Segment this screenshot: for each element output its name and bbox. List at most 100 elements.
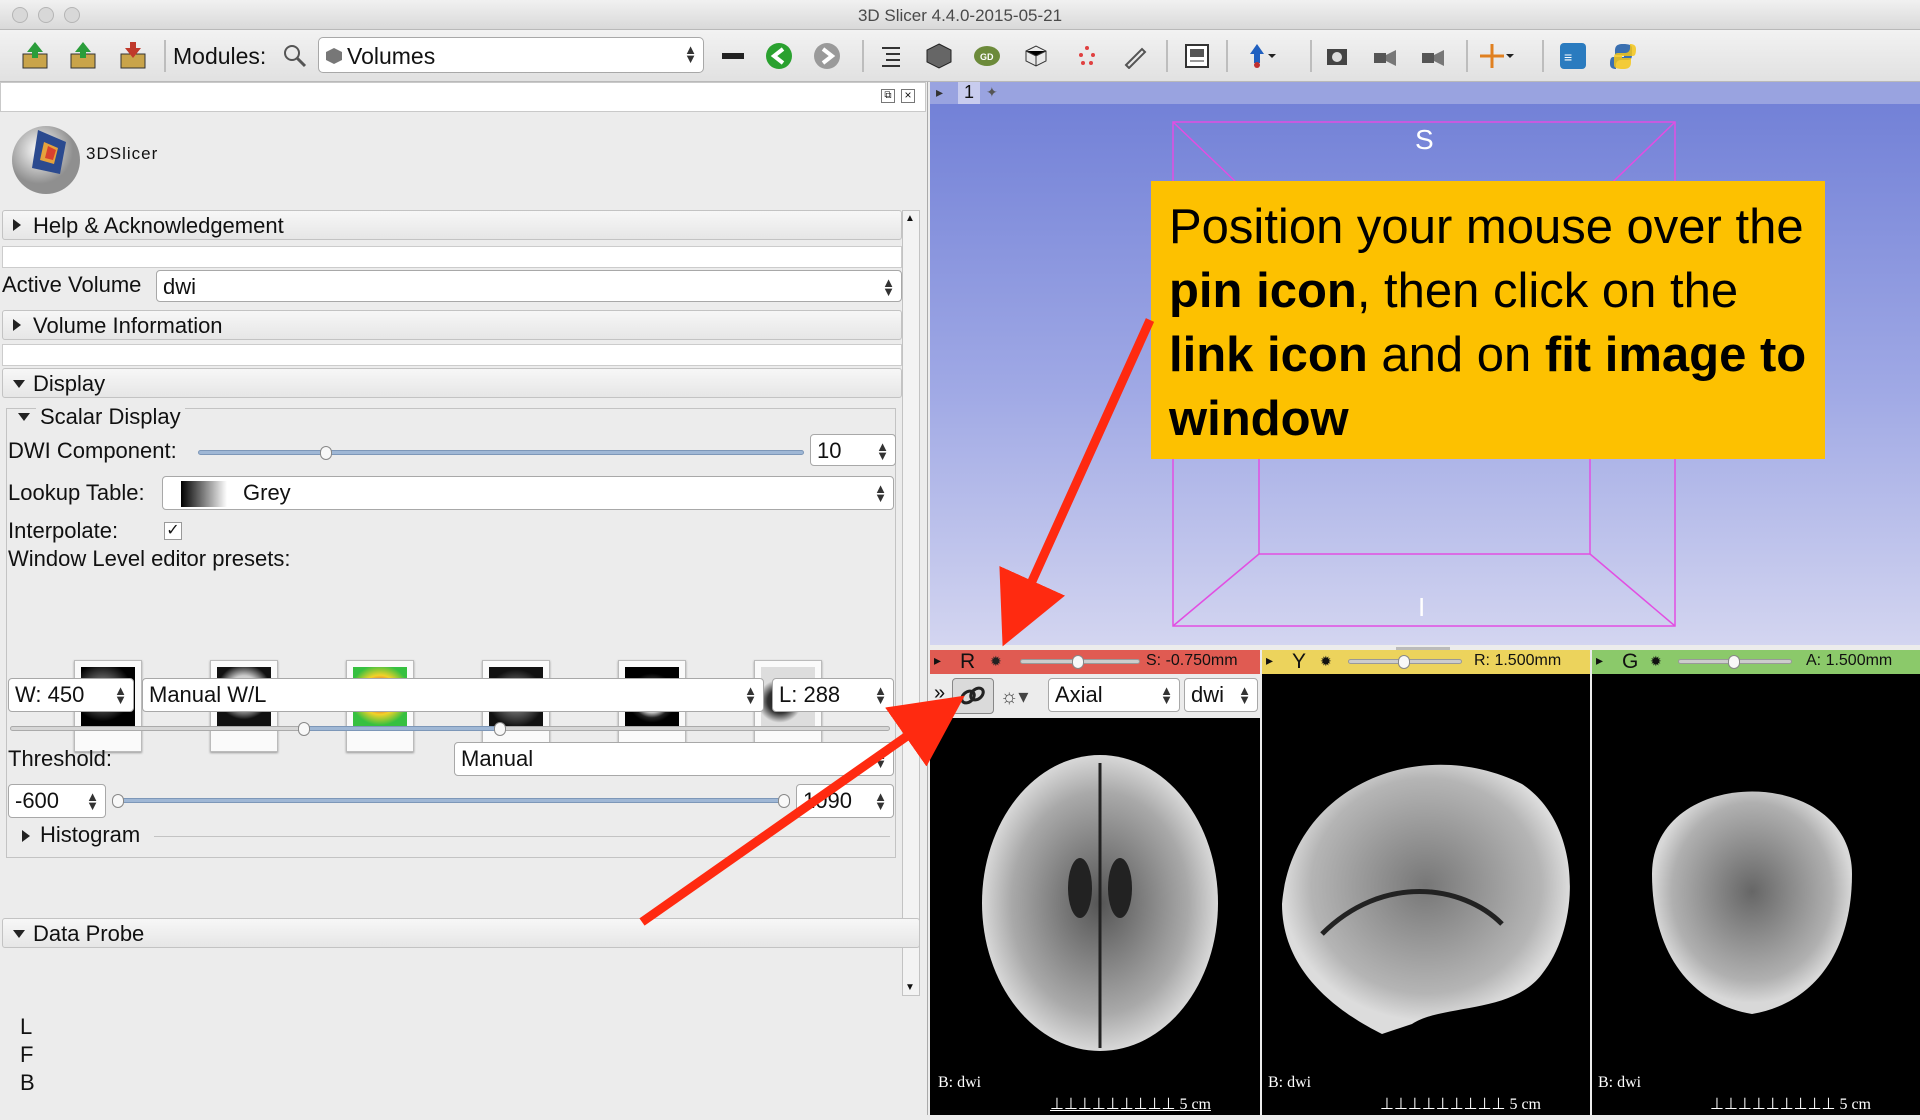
wl-presets-label: Window Level editor presets: [8, 546, 291, 571]
green-visibility-icon[interactable]: ✹ [1650, 653, 1662, 670]
scalar-display-header[interactable]: Scalar Display [36, 404, 185, 430]
link-icon [960, 686, 985, 705]
window-title: 3D Slicer 4.4.0-2015-05-21 [857, 6, 1063, 25]
active-volume-label: Active Volume [2, 272, 142, 297]
threshold-max-handle[interactable] [778, 794, 790, 808]
pin-icon[interactable]: ▸ [934, 652, 941, 669]
module-selector[interactable]: Volumes ▲ ▼ [318, 37, 704, 73]
editor-module-icon[interactable] [1118, 39, 1152, 73]
dwi-component-label: DWI Component: [8, 438, 177, 463]
extension-manager-icon[interactable]: ≡ [1556, 39, 1590, 73]
level-spinbox[interactable]: L: 288 ▲ ▼ [772, 678, 894, 712]
slice-volume-selector[interactable]: dwi ▲ ▼ [1184, 678, 1258, 712]
python-console-icon[interactable] [1606, 39, 1640, 73]
main-toolbar: Modules: Volumes ▲ ▼ GD ≡ [0, 30, 1920, 82]
close-panel-icon[interactable]: × [901, 89, 915, 103]
yellow-slice-controller: ▸ Y ✹ R: 1.500mm [1262, 650, 1590, 674]
svg-text:GD: GD [980, 52, 994, 62]
module-panel: ⧉ × 3DSlicer Help & Acknowledgement Acti… [0, 82, 928, 1115]
screenshot-icon[interactable] [1320, 39, 1354, 73]
wl-min-handle[interactable] [298, 722, 310, 736]
modules-label: Modules: [173, 43, 267, 69]
sagittal-brain-image [1282, 764, 1570, 1034]
red-slice-view[interactable]: B: dwi ⊥⊥⊥⊥⊥⊥⊥⊥⊥ 5 cm [930, 718, 1260, 1115]
data-icon [22, 42, 48, 69]
volume-information-header[interactable]: Volume Information [2, 310, 902, 340]
scroll-up-icon[interactable]: ▲ [905, 213, 915, 224]
threshold-range-slider[interactable] [116, 798, 788, 803]
scroll-down-icon[interactable]: ▼ [905, 982, 915, 993]
instruction-callout: Position your mouse over the pin icon, t… [1151, 181, 1825, 459]
title-bar: 3D Slicer 4.4.0-2015-05-21 [0, 0, 1920, 30]
help-section-header[interactable]: Help & Acknowledgement [2, 210, 902, 240]
more-options-button[interactable]: » [934, 682, 945, 705]
wl-mode-selector[interactable]: Manual W/L ▲ ▼ [142, 678, 764, 712]
red-slice-letter: R [960, 650, 976, 673]
models-module-icon[interactable]: GD [970, 39, 1004, 73]
forward-arrow-icon[interactable] [810, 39, 844, 73]
save-button[interactable] [116, 39, 150, 73]
module-search-icon[interactable] [278, 39, 312, 73]
threshold-min-handle[interactable] [112, 794, 124, 808]
coronal-brain-image [1652, 791, 1852, 1014]
markups-module-icon[interactable] [1070, 39, 1104, 73]
active-volume-selector[interactable]: dwi ▲ ▼ [156, 270, 902, 302]
inferior-orientation-label: I [1418, 592, 1426, 622]
logo-text: 3DSlicer [86, 144, 159, 163]
histogram-section-header[interactable]: Histogram [40, 822, 140, 848]
crosshair-icon[interactable] [1480, 39, 1514, 73]
threshold-mode-selector[interactable]: Manual ▲ ▼ [454, 742, 894, 776]
threshold-min-spinbox[interactable]: -600 ▲ ▼ [8, 784, 106, 818]
yellow-slice-view[interactable]: B: dwi ⊥⊥⊥⊥⊥⊥⊥⊥⊥ 5 cm [1262, 674, 1590, 1115]
svg-text:≡: ≡ [1564, 49, 1572, 65]
probe-line-3: B [20, 1070, 35, 1095]
red-slice-visibility-icon[interactable]: ✹ [990, 653, 1002, 670]
mouse-mode-icon[interactable] [1244, 39, 1278, 73]
green-pin-icon[interactable]: ▸ [1596, 652, 1603, 669]
lookup-table-label: Lookup Table: [8, 480, 145, 505]
back-arrow-icon[interactable] [762, 39, 796, 73]
red-slice-expanded-controls: » ☼▾ Axial ▲ ▼ dwi ▲ ▼ [930, 674, 1260, 718]
yellow-visibility-icon[interactable]: ✹ [1320, 653, 1332, 670]
green-background-label: B: dwi [1598, 1074, 1642, 1091]
view-settings-icon[interactable]: ☼▾ [1000, 684, 1028, 709]
module-history-icon[interactable] [716, 39, 750, 73]
green-slice-letter: G [1622, 650, 1639, 673]
wl-max-handle[interactable] [494, 722, 506, 736]
layout-icon[interactable] [1180, 39, 1214, 73]
load-data-button[interactable] [18, 39, 52, 73]
panel-scrollbar[interactable]: ▲ ▼ [902, 210, 920, 996]
dwi-component-spinbox[interactable]: 10 ▲ ▼ [810, 434, 896, 466]
threshold-label: Threshold: [8, 746, 112, 771]
green-slice-view[interactable]: B: dwi ⊥⊥⊥⊥⊥⊥⊥⊥⊥ 5 cm [1592, 674, 1920, 1115]
red-scale-bar: ⊥⊥⊥⊥⊥⊥⊥⊥⊥ 5 cm [1050, 1096, 1211, 1113]
probe-line-2: F [20, 1042, 34, 1067]
yellow-pin-icon[interactable]: ▸ [1266, 652, 1273, 669]
yellow-slice-offset-handle[interactable] [1398, 655, 1410, 669]
transforms-module-icon[interactable] [1018, 39, 1052, 73]
link-button[interactable] [952, 678, 994, 714]
grey-colormap-swatch [181, 481, 227, 507]
window-spinbox[interactable]: W: 450 ▲ ▼ [8, 678, 134, 712]
undock-icon[interactable]: ⧉ [881, 89, 895, 103]
interpolate-checkbox[interactable]: ✓ [164, 522, 182, 540]
panel-header: ⧉ × [0, 82, 926, 112]
yellow-background-label: B: dwi [1268, 1074, 1312, 1091]
volumes-module-icon[interactable] [922, 39, 956, 73]
green-slice-offset-handle[interactable] [1728, 655, 1740, 669]
yellow-slice-offset: R: 1.500mm [1474, 652, 1562, 669]
slice-orientation-selector[interactable]: Axial ▲ ▼ [1048, 678, 1180, 712]
data-module-icon[interactable] [874, 39, 908, 73]
display-section-header[interactable]: Display [2, 368, 902, 398]
lookup-table-selector[interactable]: Grey ▲ ▼ [162, 476, 894, 510]
data-probe-header[interactable]: Data Probe [2, 918, 920, 948]
cube-icon [326, 48, 342, 64]
scene-view-restore-icon[interactable] [1416, 39, 1450, 73]
red-slice-offset-handle[interactable] [1072, 655, 1084, 669]
scene-view-icon[interactable] [1368, 39, 1402, 73]
dwi-component-slider[interactable] [198, 450, 804, 455]
dwi-component-slider-handle[interactable] [320, 446, 332, 460]
green-slice-controller: ▸ G ✹ A: 1.500mm [1592, 650, 1920, 674]
load-dicom-button[interactable] [66, 39, 100, 73]
threshold-max-spinbox[interactable]: 1090 ▲ ▼ [796, 784, 894, 818]
